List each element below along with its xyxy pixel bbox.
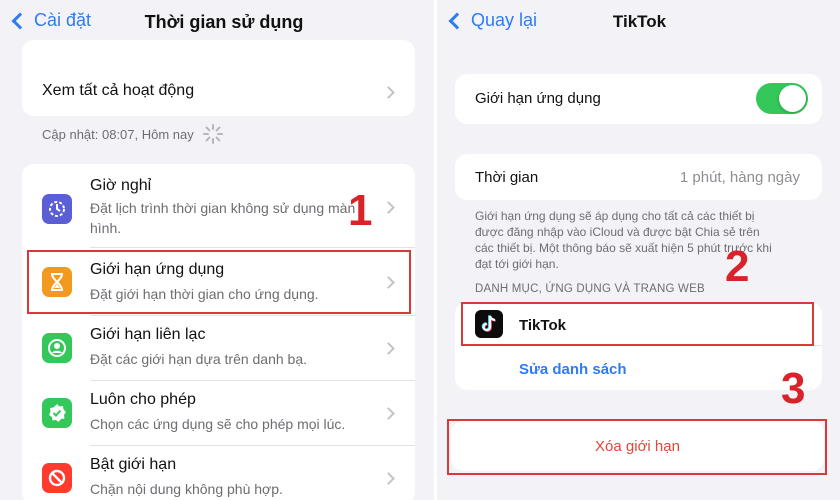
- content-restrictions-title: Bật giới hạn: [90, 456, 177, 473]
- section-header: DANH MỤC, ỨNG DỤNG VÀ TRANG WEB: [475, 283, 705, 295]
- downtime-icon: [42, 194, 72, 224]
- right-navbar: Quay lại TikTok: [437, 0, 840, 46]
- toggle-knob: [779, 85, 806, 112]
- always-allowed-row[interactable]: Luôn cho phép Chọn các ứng dụng sẽ cho p…: [22, 381, 415, 446]
- page-title: Thời gian sử dụng: [144, 12, 304, 32]
- app-limit-toggle[interactable]: [756, 83, 808, 114]
- step-number-2: 2: [725, 242, 750, 291]
- time-value: 1 phút, hàng ngày: [679, 169, 800, 186]
- always-allowed-title: Luôn cho phép: [90, 391, 196, 408]
- highlight-tiktok-row: [461, 302, 814, 346]
- downtime-subtitle: Đặt lịch trình thời gian không sử dụng m…: [90, 200, 356, 236]
- time-row[interactable]: Thời gian 1 phút, hàng ngày: [455, 154, 822, 200]
- see-all-card: Xem tất cả hoạt động: [22, 40, 415, 116]
- highlight-delete-limit: [447, 419, 827, 475]
- tiktok-limit-panel: Quay lại TikTok Giới hạn ứng dụng Thời g…: [437, 0, 840, 500]
- loading-spinner-icon: [202, 124, 223, 144]
- time-card: Thời gian 1 phút, hàng ngày: [455, 154, 822, 200]
- updated-status: Cập nhật: 08:07, Hôm nay: [42, 123, 224, 145]
- content-restrictions-subtitle: Chặn nội dung không phù hợp.: [90, 481, 283, 497]
- chevron-right-icon: [382, 86, 395, 99]
- always-allowed-subtitle: Chọn các ứng dụng sẽ cho phép mọi lúc.: [90, 416, 346, 432]
- content-restrictions-row[interactable]: Bật giới hạn Chặn nội dung không phù hợp…: [22, 446, 415, 500]
- time-label: Thời gian: [475, 169, 539, 186]
- app-limit-toggle-row: Giới hạn ứng dụng: [455, 74, 822, 124]
- highlight-app-limits: [27, 250, 411, 314]
- restriction-icon: [42, 463, 72, 493]
- communication-limits-subtitle: Đặt các giới hạn dựa trên danh bạ.: [90, 351, 308, 367]
- see-all-activity-row[interactable]: Xem tất cả hoạt động: [22, 40, 415, 116]
- step-number-3: 3: [781, 364, 806, 413]
- checkmark-badge-icon: [42, 398, 72, 428]
- app-limit-toggle-label: Giới hạn ứng dụng: [475, 90, 601, 107]
- edit-list-row[interactable]: Sửa danh sách: [455, 346, 822, 390]
- edit-list-button[interactable]: Sửa danh sách: [519, 361, 627, 378]
- see-all-label: Xem tất cả hoạt động: [42, 82, 195, 99]
- communication-limits-title: Giới hạn liên lạc: [90, 326, 206, 343]
- screen-time-panel: Cài đặt Thời gian sử dụng Xem tất cả hoạ…: [0, 0, 434, 500]
- updated-text: Cập nhật: 08:07, Hôm nay: [42, 126, 194, 142]
- page-title: TikTok: [612, 12, 667, 31]
- limit-toggle-card: Giới hạn ứng dụng: [455, 74, 822, 124]
- communication-limits-row[interactable]: Giới hạn liên lạc Đặt các giới hạn dựa t…: [22, 316, 415, 381]
- downtime-title: Giờ nghỉ: [90, 177, 152, 194]
- contact-icon: [42, 333, 72, 363]
- step-number-1: 1: [348, 186, 373, 235]
